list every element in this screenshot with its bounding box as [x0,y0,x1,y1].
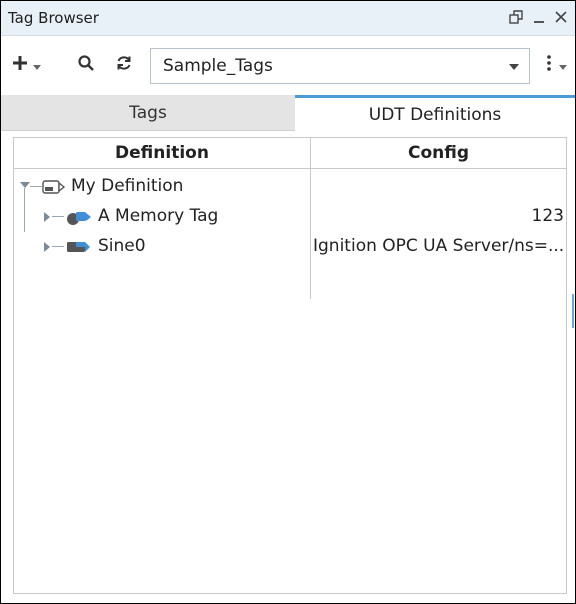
restore-window-icon[interactable] [505,6,527,28]
tree-connector [30,186,42,187]
title-bar: Tag Browser [1,1,575,36]
memory-tag-icon [66,207,92,227]
search-icon [77,54,95,76]
tag-browser-panel: Tag Browser Sample_Tags Tags UDT Definit… [0,0,576,604]
tree-row-label: A Memory Tag [98,206,219,226]
column-header-definition[interactable]: Definition [14,138,311,168]
chevron-down-icon [559,56,567,75]
udt-tree: My Definition A Memory Tag 123 Sine0 Ign… [13,169,567,594]
chevron-down-icon [509,64,519,70]
tree-row-label: My Definition [71,176,184,196]
tree-row-config: 123 [531,206,564,226]
tree-connector [52,216,64,217]
add-button[interactable] [11,54,41,76]
tab-tags[interactable]: Tags [1,95,295,131]
tab-bar: Tags UDT Definitions [1,95,575,131]
tree-row-label: Sine0 [98,236,146,256]
tree-row-sine0[interactable]: Sine0 Ignition OPC UA Server/ns=... [14,232,566,262]
tree-row-config: Ignition OPC UA Server/ns=... [313,236,565,256]
tree-row-my-definition[interactable]: My Definition [14,172,566,202]
window-title: Tag Browser [8,9,99,27]
more-vertical-icon [546,54,552,76]
minimize-icon[interactable] [528,6,550,28]
tree-row-a-memory-tag[interactable]: A Memory Tag 123 [14,188,566,232]
table-header: Definition Config [13,137,567,169]
refresh-icon [115,54,133,76]
add-icon [11,54,29,76]
expand-toggle[interactable] [20,182,30,188]
tag-provider-select[interactable]: Sample_Tags [150,48,530,84]
refresh-button[interactable] [115,54,133,76]
more-options-button[interactable] [546,54,567,76]
tag-provider-value: Sample_Tags [163,56,273,76]
close-icon[interactable] [550,6,572,28]
chevron-down-icon [33,56,41,75]
tree-connector [24,188,25,232]
tab-udt-definitions[interactable]: UDT Definitions [295,95,575,131]
opc-tag-icon [66,237,92,257]
toolbar: Sample_Tags [1,36,575,94]
expand-toggle[interactable] [44,242,50,252]
expand-toggle[interactable] [44,212,50,222]
column-header-config[interactable]: Config [311,138,566,168]
resize-handle[interactable] [572,294,574,328]
udt-definition-icon [42,177,68,197]
tree-connector [52,246,64,247]
search-button[interactable] [77,54,95,76]
